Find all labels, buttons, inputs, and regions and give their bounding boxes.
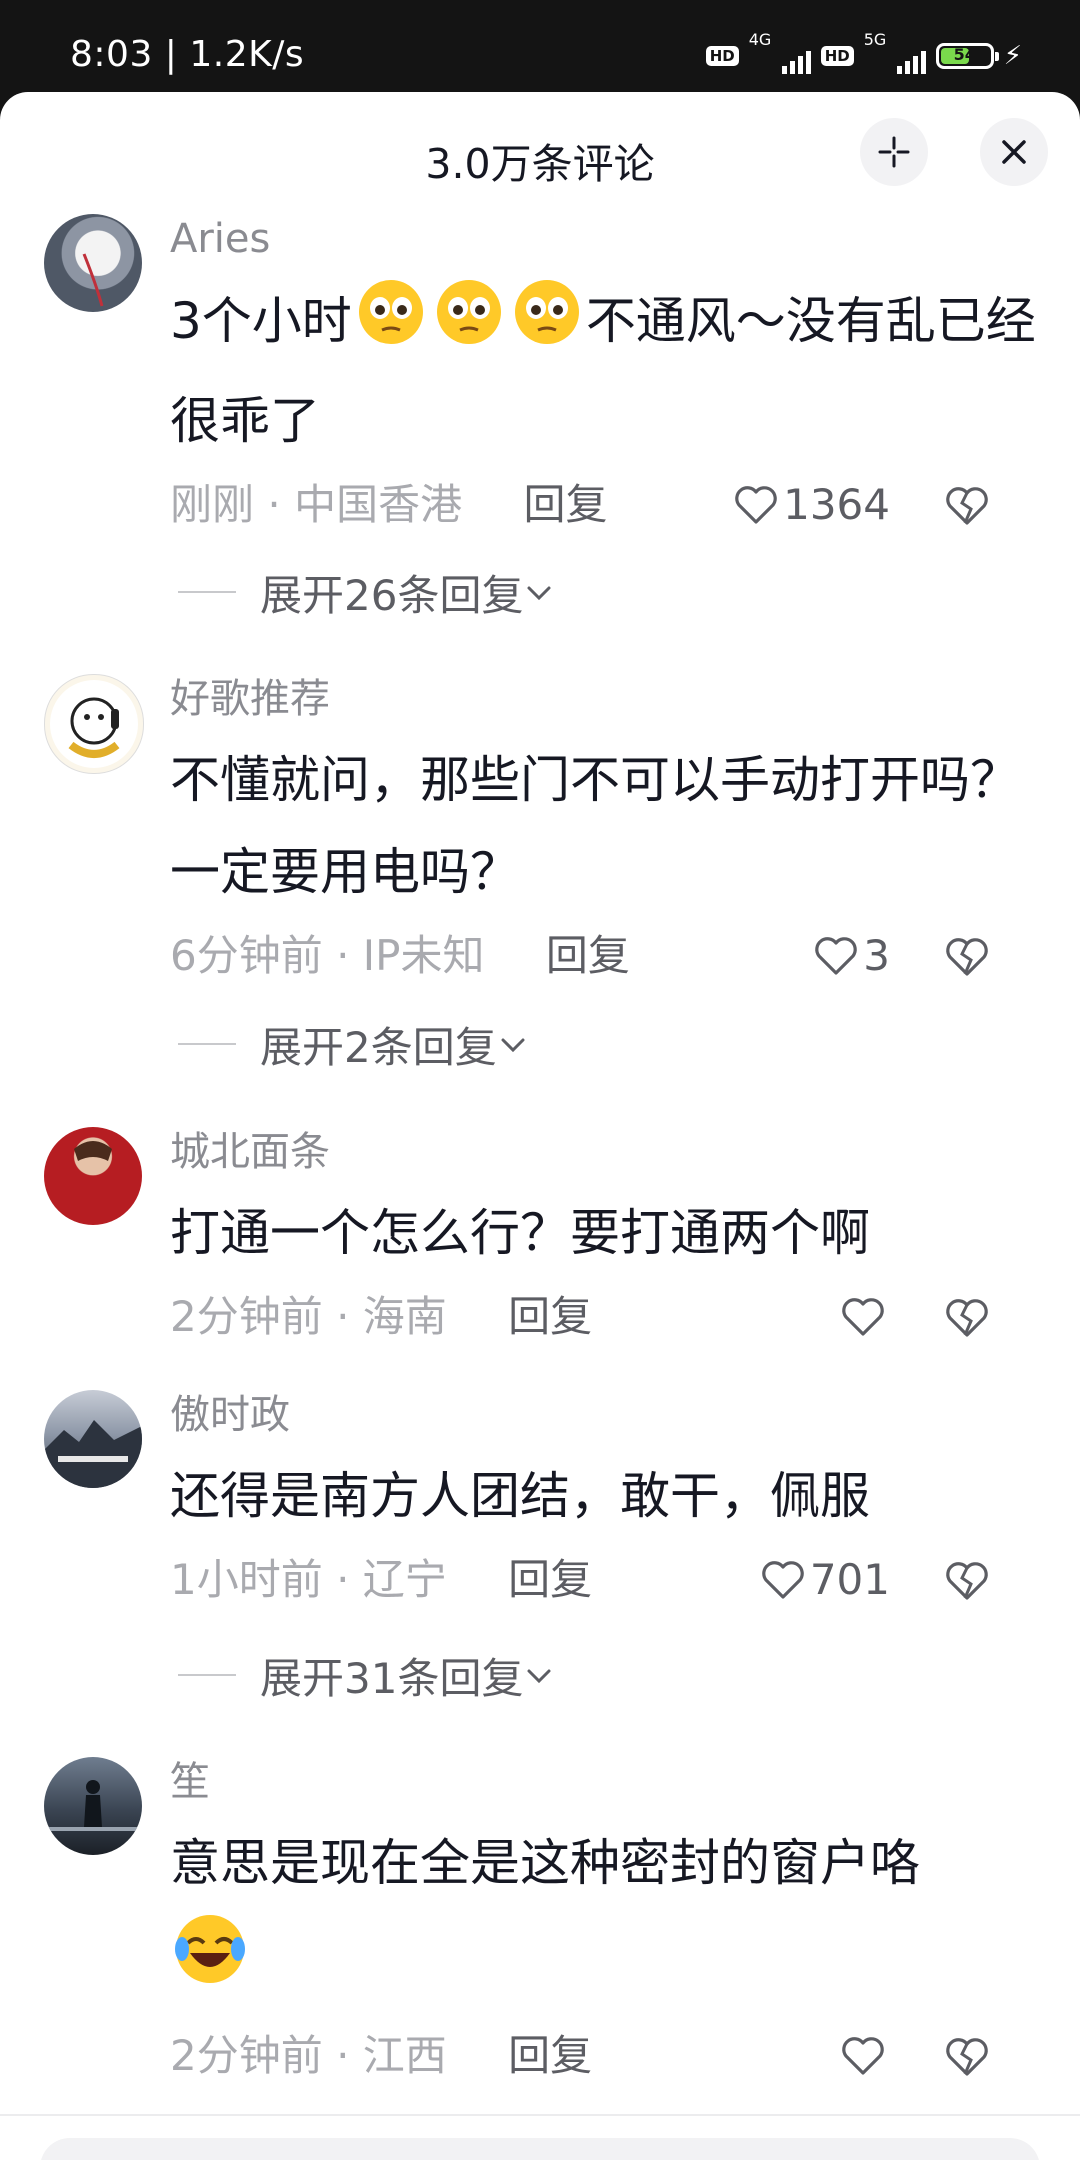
comment-location: 江西 <box>362 2031 447 2080</box>
comment-location: IP未知 <box>362 931 485 980</box>
reply-button[interactable]: 回复 <box>508 1292 592 1341</box>
comments-sheet: 3.0万条评论 Aries 3个小时 不通风～没有乱已经很乖了 刚刚 · 中国香港… <box>0 92 1080 2160</box>
avatar[interactable] <box>44 1757 142 1855</box>
signal-icon-2: 5G <box>864 30 926 76</box>
heart-icon <box>842 1298 884 1336</box>
comment-meta: 刚刚 · 中国香港 回复 1364 <box>170 475 1040 535</box>
broken-heart-icon[interactable] <box>944 934 990 980</box>
avatar[interactable] <box>44 674 144 774</box>
comment-input-bar[interactable] <box>40 2138 1040 2160</box>
reply-button[interactable]: 回复 <box>508 2031 592 2080</box>
heart-icon <box>815 937 858 975</box>
expand-replies-button[interactable]: 展开26条回复 <box>178 562 555 622</box>
comment-text: 3个小时 不通风～没有乱已经很乖了 <box>170 274 1040 467</box>
pleading-emoji-icon <box>508 274 586 375</box>
chevron-down-icon <box>527 586 551 601</box>
signal-icon-1: 4G <box>749 30 811 76</box>
reply-button[interactable]: 回复 <box>523 480 607 529</box>
avatar[interactable] <box>44 214 142 312</box>
comment-time: 2分钟前 <box>170 2031 323 2080</box>
avatar[interactable] <box>44 1390 142 1488</box>
comment-text: 不懂就问，那些门不可以手动打开吗？一定要用电吗？ <box>170 751 1020 901</box>
hd-badge-2: HD <box>820 46 854 66</box>
heart-icon <box>762 1561 804 1599</box>
comment-text: 打通一个怎么行？要打通两个啊 <box>170 1204 870 1262</box>
close-button[interactable] <box>980 118 1048 186</box>
pleading-emoji-icon <box>352 274 430 375</box>
comment-time: 刚刚 <box>170 480 255 529</box>
hd-badge-1: HD <box>705 46 739 66</box>
status-icons: HD 4G HD 5G 54 ⚡ <box>705 30 1022 76</box>
broken-heart-icon[interactable] <box>944 1295 990 1341</box>
close-icon <box>1002 140 1026 164</box>
broken-heart-icon[interactable] <box>944 1558 990 1604</box>
comment-username[interactable]: 笙 <box>170 1757 1040 1807</box>
avatar[interactable] <box>44 1127 142 1225</box>
like-count: 1364 <box>783 480 890 529</box>
reply-button[interactable]: 回复 <box>508 1555 592 1604</box>
comment-meta: 2分钟前 · 海南 回复 <box>170 1287 1040 1347</box>
like-button[interactable] <box>840 1287 890 1347</box>
expand-replies-button[interactable]: 展开31条回复 <box>178 1645 555 1705</box>
comment-time: 6分钟前 <box>170 931 323 980</box>
comment-meta: 1小时前 · 辽宁 回复 701 <box>170 1550 1040 1610</box>
charging-icon: ⚡ <box>1003 41 1022 71</box>
comment-time: 2分钟前 <box>170 1292 323 1341</box>
comment-username[interactable]: 城北面条 <box>170 1127 1040 1177</box>
collapse-icon <box>878 136 910 168</box>
like-button[interactable]: 701 <box>760 1550 890 1610</box>
broken-heart-icon[interactable] <box>944 2034 990 2080</box>
comment-time: 1小时前 <box>170 1555 323 1604</box>
collapse-button[interactable] <box>860 118 928 186</box>
like-count: 701 <box>809 1555 890 1604</box>
expand-replies-button[interactable]: 展开2条回复 <box>178 1014 529 1074</box>
comment-username[interactable]: Aries <box>170 214 1040 264</box>
like-button[interactable] <box>840 2026 890 2086</box>
status-bar: 8:03 | 1.2K/s HD 4G HD 5G 54 ⚡ <box>0 0 1080 92</box>
like-button[interactable]: 3 <box>813 926 890 986</box>
like-count: 3 <box>863 931 890 980</box>
reply-button[interactable]: 回复 <box>546 931 630 980</box>
comment-text: 意思是现在全是这种密封的窗户咯 <box>170 1817 1040 2018</box>
status-time: 8:03 | 1.2K/s <box>70 34 305 75</box>
like-button[interactable]: 1364 <box>733 475 890 535</box>
chevron-down-icon <box>501 1038 525 1053</box>
comment-username[interactable]: 傲时政 <box>170 1390 1040 1440</box>
comment-location: 海南 <box>362 1292 447 1341</box>
comment-text: 还得是南方人团结，敢干，佩服 <box>170 1467 870 1525</box>
comment-meta: 2分钟前 · 江西 回复 <box>170 2026 1040 2086</box>
comment-username[interactable]: 好歌推荐 <box>170 674 1040 724</box>
chevron-down-icon <box>527 1669 551 1684</box>
heart-icon <box>735 486 777 524</box>
divider <box>0 2114 1080 2116</box>
comment-location: 辽宁 <box>362 1555 447 1604</box>
battery-icon: 54 <box>935 43 999 69</box>
comment-meta: 6分钟前 · IP未知 回复 3 <box>170 926 1040 986</box>
pleading-emoji-icon <box>430 274 508 375</box>
rofl-emoji-icon <box>170 1909 250 2018</box>
comment-location: 中国香港 <box>294 480 463 529</box>
broken-heart-icon[interactable] <box>944 483 990 529</box>
heart-icon <box>842 2037 884 2075</box>
